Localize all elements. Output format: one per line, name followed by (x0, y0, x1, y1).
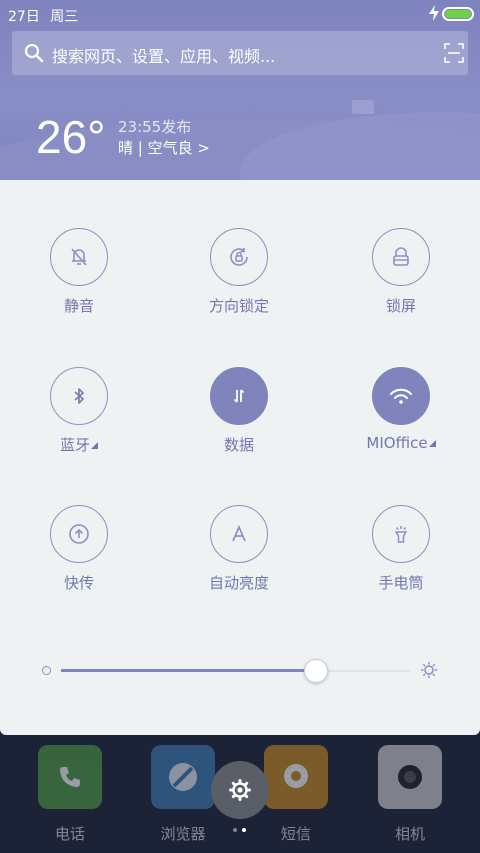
search-icon (24, 43, 44, 63)
settings-button[interactable] (211, 761, 269, 819)
toggle-mobile-data[interactable]: 数据 (184, 367, 294, 455)
brightness-thumb[interactable] (303, 659, 328, 683)
toggle-label: 蓝牙 (59, 436, 90, 454)
page-indicator (233, 828, 249, 833)
toggle-rotation-lock[interactable]: 方向锁定 (184, 228, 294, 316)
page-dot-active (242, 828, 246, 832)
scan-icon[interactable] (444, 43, 464, 63)
page-dot (233, 828, 237, 832)
toggle-label: 方向锁定 (208, 297, 269, 315)
dock-app-label: 相机 (394, 825, 425, 843)
toggle-circle[interactable] (210, 505, 268, 563)
weather-temperature: 26° (36, 111, 106, 163)
battery-icon (442, 7, 474, 21)
brightness-fill (61, 669, 316, 672)
expand-arrow-icon[interactable] (428, 440, 436, 447)
toggle-auto-brightness[interactable]: 自动亮度 (184, 505, 294, 593)
brightness-high-icon (421, 662, 437, 678)
share-upload-icon (69, 524, 89, 544)
dock-app-camera[interactable]: 相机 (370, 745, 450, 844)
lock-icon (393, 247, 409, 266)
status-date: 27日 (8, 9, 40, 25)
mobile-data-icon (233, 389, 245, 403)
expand-arrow-icon[interactable] (91, 442, 98, 449)
toggle-lock-screen[interactable]: 锁屏 (346, 228, 456, 316)
bell-off-icon (71, 248, 87, 266)
bluetooth-icon (74, 388, 84, 404)
brightness-low-icon (42, 666, 51, 675)
toggle-bluetooth[interactable]: 蓝牙 (24, 367, 134, 455)
wifi-icon (390, 388, 412, 404)
toggle-circle[interactable] (210, 228, 268, 286)
auto-brightness-icon (232, 524, 246, 542)
phone-icon (38, 745, 102, 809)
message-icon (264, 745, 328, 809)
status-weekday: 周三 (50, 9, 79, 25)
toggle-label: 自动亮度 (208, 574, 269, 592)
toggle-label: MIOffice (366, 434, 428, 452)
search-placeholder: 搜索网页、设置、应用、视频... (52, 47, 276, 66)
rotation-lock-icon (230, 248, 248, 266)
toggle-label: 静音 (63, 297, 94, 315)
camera-icon (378, 745, 442, 809)
status-bar: 27日 周三 (0, 0, 480, 28)
browser-icon (151, 745, 215, 809)
toggle-mute[interactable]: 静音 (24, 228, 134, 316)
header-background-house (352, 100, 374, 114)
dock-app-label: 浏览器 (160, 825, 206, 843)
toggle-circle[interactable] (50, 367, 108, 425)
toggle-label: 数据 (223, 436, 254, 454)
toggle-flashlight[interactable]: 手电筒 (346, 505, 456, 593)
toggle-label: 快传 (63, 574, 94, 592)
toggle-circle[interactable] (372, 228, 430, 286)
dock-app-phone[interactable]: 电话 (30, 745, 110, 844)
dock-app-label: 短信 (280, 825, 311, 843)
toggle-circle[interactable] (50, 228, 108, 286)
toggle-quick-share[interactable]: 快传 (24, 505, 134, 593)
toggle-circle[interactable] (372, 367, 430, 425)
quick-settings-panel: 静音 方向锁定 锁屏 蓝牙 数据 MIOffice 快传 自动亮度 手电筒 (0, 180, 480, 735)
dock-app-label: 电话 (54, 825, 85, 843)
toggle-circle[interactable] (50, 505, 108, 563)
toggle-wifi[interactable]: MIOffice (346, 367, 456, 452)
toggle-label: 锁屏 (385, 297, 416, 315)
flashlight-icon (395, 526, 407, 543)
toggle-circle[interactable] (372, 505, 430, 563)
weather-condition[interactable]: 晴 | 空气良 > (118, 137, 210, 158)
search-bar[interactable]: 搜索网页、设置、应用、视频... (12, 31, 468, 75)
charging-icon (429, 5, 439, 21)
toggle-label: 手电筒 (378, 574, 424, 592)
toggle-circle[interactable] (210, 367, 268, 425)
battery-level (445, 10, 471, 18)
gear-icon (229, 779, 251, 801)
weather-publish-time: 23:55发布 (118, 118, 192, 136)
notification-header: 27日 周三 搜索网页、设置、应用、视频... 26° 23:55发布 晴 | … (0, 0, 480, 180)
